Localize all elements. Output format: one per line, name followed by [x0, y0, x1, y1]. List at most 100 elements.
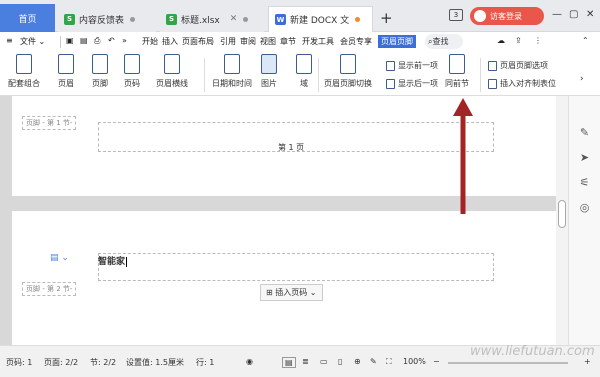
new-tab-icon[interactable]: +	[380, 9, 393, 27]
insert-tab-button[interactable]: 插入对齐制表位	[488, 78, 556, 89]
field-button[interactable]: 域	[296, 54, 312, 89]
show-next-button[interactable]: 显示后一项	[386, 78, 438, 89]
header-line-button[interactable]: 页眉横线	[156, 54, 188, 89]
menu-file-label: 文件	[20, 37, 36, 46]
print-icon[interactable]: ⎙	[94, 36, 100, 46]
same-as-prev-button[interactable]: 同前节	[445, 54, 469, 89]
avatar	[474, 10, 486, 22]
ribbon: 配套组合 页眉 页脚 页码 页眉横线 日期和时间 图片 域 页眉页脚切换 显示前…	[0, 52, 600, 96]
show-prev-button[interactable]: 显示前一项	[386, 60, 438, 71]
footer-button[interactable]: 页脚	[92, 54, 108, 89]
more-options-icon[interactable]: ⋮	[534, 36, 542, 45]
tab-home-label: 首页	[18, 14, 37, 25]
share-icon[interactable]: ⇪	[515, 36, 522, 45]
globe-icon[interactable]: ⊕	[354, 357, 361, 366]
tab-feedback[interactable]: S 内容反馈表	[58, 6, 156, 32]
tab-docx[interactable]: W 新建 DOCX 文	[268, 6, 373, 32]
header-line-label: 页眉横线	[156, 79, 188, 88]
show-prev-label: 显示前一项	[398, 61, 438, 70]
save-icon[interactable]: ▣	[66, 36, 74, 45]
close-window-icon[interactable]: ✕	[586, 9, 594, 20]
tab-label: 内容反馈表	[79, 15, 125, 26]
hamburger-icon[interactable]: ≡	[6, 36, 13, 45]
undo-icon[interactable]: ↶	[108, 36, 115, 45]
page-icon[interactable]: ▤ ⌄	[50, 253, 69, 263]
zoom-slider[interactable]	[448, 362, 568, 364]
show-prev-icon	[386, 60, 395, 71]
zoom-fit-icon[interactable]: ⛶	[386, 357, 392, 367]
menu-insert[interactable]: 插入	[162, 36, 178, 47]
tab-bar: 首页 S 内容反馈表 S 标题.xlsx ✕ W 新建 DOCX 文 + 3 访…	[0, 0, 600, 32]
outline-view-icon[interactable]: ≣	[302, 357, 309, 366]
menu-chapter[interactable]: 章节	[280, 36, 296, 47]
options-icon	[488, 60, 497, 71]
minimize-icon[interactable]: —	[552, 9, 562, 20]
menu-file[interactable]: 文件 ⌄	[20, 36, 45, 47]
pen-icon[interactable]: ✎	[578, 126, 591, 139]
combo-label: 配套组合	[8, 79, 40, 88]
scrollbar-thumb[interactable]	[558, 200, 566, 228]
compass-icon[interactable]: ◎	[578, 201, 591, 214]
menu-member[interactable]: 会员专享	[340, 36, 372, 47]
header-text[interactable]: 智能家	[98, 254, 128, 267]
document-icon: W	[275, 14, 286, 25]
same-as-prev-label: 同前节	[445, 79, 469, 88]
web-view-icon[interactable]: ▭	[320, 357, 328, 366]
print-preview-icon[interactable]: ▤	[80, 36, 88, 45]
chevron-up-icon[interactable]: ⌃	[582, 36, 589, 45]
tab-dot	[130, 16, 136, 22]
menu-page-layout[interactable]: 页面布局	[182, 36, 214, 47]
pen-mode-icon[interactable]: ✎	[370, 357, 377, 366]
status-page[interactable]: 页面: 2/2	[44, 357, 78, 368]
visitor-label: 访客登录	[490, 11, 522, 21]
tab-dot	[243, 16, 249, 22]
menu-view[interactable]: 视图	[260, 36, 276, 47]
header-button[interactable]: 页眉	[58, 54, 74, 89]
header-edit-area[interactable]	[98, 253, 494, 281]
settings-sliders-icon[interactable]: ⚟	[578, 176, 591, 189]
divider	[60, 36, 61, 48]
cloud-icon[interactable]: ☁	[497, 36, 505, 45]
eye-icon[interactable]: ◉	[246, 357, 253, 366]
page-view-icon[interactable]: ▤	[282, 357, 296, 368]
more-icon[interactable]: »	[122, 36, 127, 45]
menu-dev-tools[interactable]: 开发工具	[302, 36, 334, 47]
menu-header-footer[interactable]: 页眉页脚	[378, 35, 416, 48]
menu-reference[interactable]: 引用	[220, 36, 236, 47]
maximize-icon[interactable]: ▢	[569, 9, 578, 20]
header-text-value: 智能家	[98, 257, 126, 267]
status-line: 行: 1	[196, 358, 215, 367]
zoom-out-icon[interactable]: −	[433, 357, 440, 366]
menu-review[interactable]: 审阅	[240, 36, 256, 47]
read-view-icon[interactable]: ▯	[338, 357, 342, 366]
combo-button[interactable]: 配套组合	[8, 54, 40, 89]
switch-button[interactable]: 页眉页脚切换	[324, 54, 372, 89]
insert-page-number-button[interactable]: ⊞ 插入页码 ⌄	[260, 284, 323, 301]
tab-label: 新建 DOCX 文	[290, 16, 350, 26]
switch-icon	[340, 54, 356, 74]
field-icon	[296, 54, 312, 74]
annotation-arrow	[453, 98, 473, 214]
footer-label-1: 页脚 - 第 1 节-	[22, 116, 77, 130]
menu-bar: ≡ 文件 ⌄ ▣ ▤ ⎙ ↶ » 开始 插入 页面布局 引用 审阅 视图 章节 …	[0, 32, 600, 52]
page-number-button[interactable]: 页码	[124, 54, 140, 89]
text-cursor	[126, 257, 128, 267]
zoom-level[interactable]: 100%	[403, 357, 426, 366]
ribbon-scroll-right-icon[interactable]: ›	[580, 74, 584, 84]
combo-icon	[16, 54, 32, 74]
menu-start[interactable]: 开始	[142, 36, 158, 47]
tab-label: 标题.xlsx	[181, 15, 220, 26]
picture-button[interactable]: 图片	[261, 54, 277, 89]
insert-page-label: 插入页码	[275, 288, 308, 297]
window-count-badge[interactable]: 3	[449, 9, 463, 21]
spreadsheet-icon: S	[166, 13, 177, 25]
tab-title-xlsx[interactable]: S 标题.xlsx ✕	[160, 6, 264, 32]
visitor-login-button[interactable]: 访客登录	[470, 7, 544, 25]
date-time-button[interactable]: 日期和时间	[212, 54, 252, 89]
pointer-icon[interactable]: ➤	[578, 151, 591, 164]
insert-tab-label: 插入对齐制表位	[500, 79, 556, 88]
options-button[interactable]: 页眉页脚选项	[488, 60, 548, 71]
close-icon[interactable]: ✕	[230, 14, 238, 24]
tab-home[interactable]: 首页	[0, 4, 55, 32]
search-box[interactable]: ⌕ 查找	[425, 34, 463, 49]
